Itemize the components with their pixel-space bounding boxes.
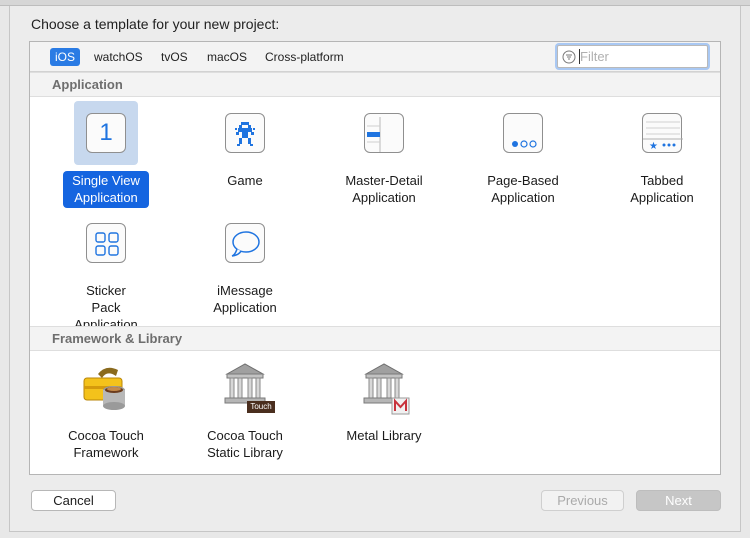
filter-input[interactable]: [580, 48, 704, 65]
template-label: Game: [227, 173, 263, 188]
template-label: Metal Library: [346, 428, 422, 443]
speech-bubble-icon: [231, 231, 260, 257]
page-based-icon: [503, 113, 543, 153]
section-title: Framework & Library: [52, 331, 183, 346]
template-label: Master-Detail Application: [345, 173, 423, 205]
template-sticker-pack-application[interactable]: Sticker Pack Application: [46, 211, 166, 335]
digit-one-glyph: 1: [99, 119, 113, 146]
next-button[interactable]: Next: [636, 490, 721, 511]
template-icon-tile: [352, 356, 416, 420]
template-cocoa-touch-static-library[interactable]: Touch Cocoa Touch Static Library: [185, 356, 305, 463]
template-label: Cocoa Touch Static Library: [207, 428, 283, 460]
tab-ios[interactable]: iOS: [50, 48, 81, 66]
template-icon-tile: [491, 101, 555, 165]
template-icon-tile: [74, 211, 138, 275]
tabbed-icon: ★: [642, 113, 683, 153]
template-label: Tabbed Application: [630, 173, 694, 205]
template-page-based-application[interactable]: Page-Based Application: [463, 101, 583, 208]
template-master-detail-application[interactable]: Master-Detail Application: [324, 101, 444, 208]
template-game[interactable]: Game: [185, 101, 305, 191]
template-single-view-application[interactable]: 1 Single View Application: [46, 101, 166, 208]
template-icon-tile: [213, 101, 277, 165]
template-label: iMessage Application: [213, 283, 277, 315]
toolbox-icon: [83, 367, 125, 410]
tab-tvos[interactable]: tvOS: [156, 48, 193, 66]
game-icon: [225, 113, 265, 153]
tab-cross-platform[interactable]: Cross-platform: [260, 48, 349, 66]
template-icon-tile: Touch: [213, 356, 277, 420]
touch-badge: Touch: [250, 402, 272, 411]
tab-watchos[interactable]: watchOS: [89, 48, 148, 66]
page-dots-icon: [512, 140, 537, 148]
sticker-pack-icon: [86, 223, 126, 263]
platform-tab-bar: iOS watchOS tvOS macOS Cross-platform: [30, 42, 720, 72]
template-label: Single View Application: [63, 171, 149, 208]
template-icon-tile: [213, 211, 277, 275]
template-icon-tile: ★: [630, 101, 694, 165]
template-imessage-application[interactable]: iMessage Application: [185, 211, 305, 318]
template-metal-library[interactable]: Metal Library: [324, 356, 444, 446]
template-icon-tile: [352, 101, 416, 165]
template-icon-tile: [74, 356, 138, 420]
filter-field[interactable]: [557, 45, 708, 68]
template-tabbed-application[interactable]: ★ Tabbed Application: [602, 101, 722, 208]
split-view-icon: [367, 117, 381, 152]
tab-macos[interactable]: macOS: [202, 48, 252, 66]
template-panel: iOS watchOS tvOS macOS Cross-platform Ap…: [29, 41, 721, 475]
master-detail-icon: [364, 113, 404, 153]
template-icon-tile: 1: [74, 101, 138, 165]
section-title: Application: [52, 77, 123, 92]
tab-bar-icon: ★: [643, 121, 683, 152]
filter-icon: [562, 50, 576, 64]
space-invader-icon: [235, 122, 255, 146]
single-view-icon: 1: [86, 113, 126, 153]
section-header-framework-library: Framework & Library: [30, 326, 720, 351]
section-header-application: Application: [30, 72, 720, 97]
template-label: Cocoa Touch Framework: [68, 428, 144, 460]
template-sheet: Choose a template for your new project: …: [9, 6, 741, 532]
cancel-button[interactable]: Cancel: [31, 490, 116, 511]
template-cocoa-touch-framework[interactable]: Cocoa Touch Framework: [46, 356, 166, 463]
imessage-icon: [225, 223, 265, 263]
dialog-title: Choose a template for your new project:: [31, 16, 280, 32]
grid-icon: [95, 232, 119, 256]
previous-button[interactable]: Previous: [541, 490, 624, 511]
template-label: Page-Based Application: [487, 173, 559, 205]
metal-library-icon: [363, 363, 410, 415]
svg-text:★: ★: [649, 141, 658, 152]
